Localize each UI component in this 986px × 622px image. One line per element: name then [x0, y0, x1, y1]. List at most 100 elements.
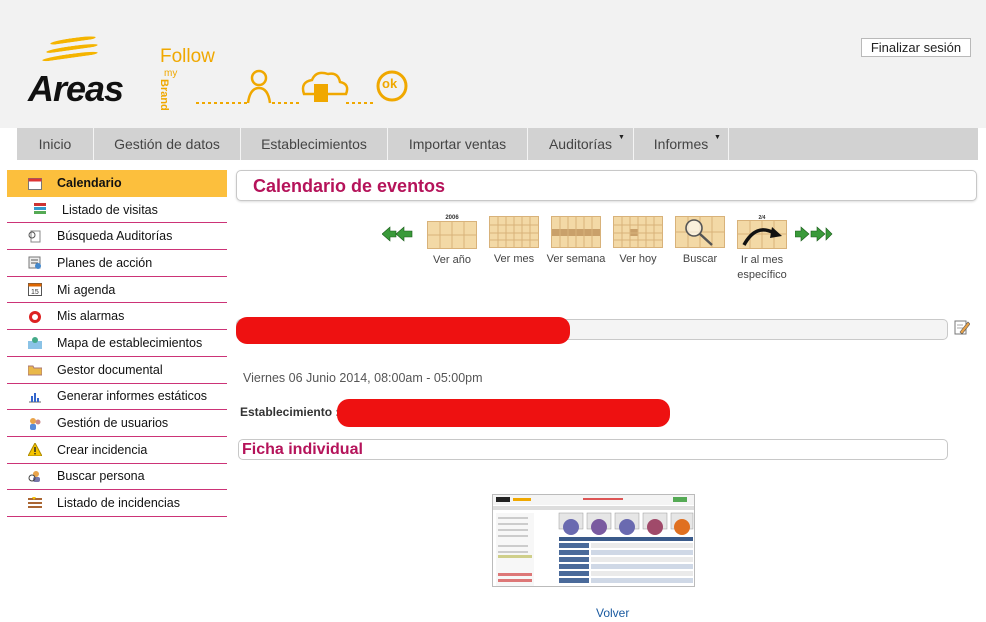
nav-label: Gestión de datos: [114, 136, 220, 152]
calendar-week-icon: [551, 216, 601, 248]
nav-label: Informes: [653, 136, 709, 152]
caret-down-icon: ▼: [714, 134, 721, 141]
ficha-section-header: Ficha individual: [238, 439, 948, 460]
sidebar-item-crear-incidencia[interactable]: Crear incidencia: [7, 437, 227, 464]
nav-item-auditorias[interactable]: Auditorías ▼: [528, 128, 634, 160]
calendar-icon: [28, 177, 42, 190]
sidebar-item-label: Mi agenda: [57, 282, 116, 297]
sidebar-item-listado-incidencias[interactable]: Listado de incidencias: [7, 490, 227, 517]
sidebar-item-label: Calendario: [57, 176, 122, 191]
nav-label: Auditorías: [548, 136, 613, 152]
sidebar-item-buscar-persona[interactable]: Buscar persona: [7, 464, 227, 491]
calendar-month-icon: [489, 216, 539, 248]
sidebar-item-gestion-usuarios[interactable]: Gestión de usuarios: [7, 410, 227, 437]
sidebar-item-mis-alarmas[interactable]: Mis alarmas: [7, 303, 227, 331]
calendar-today-icon: [613, 216, 663, 248]
logout-button[interactable]: Finalizar sesión: [861, 38, 971, 57]
view-week-label: Ver semana: [546, 253, 606, 265]
view-month-button[interactable]: Ver mes: [484, 216, 544, 265]
nav-item-gestion-datos[interactable]: Gestión de datos: [94, 128, 241, 160]
main-nav: Inicio Gestión de datos Establecimientos…: [17, 128, 978, 160]
calendar-goto-icon: [737, 220, 787, 249]
sidebar-item-label: Buscar persona: [57, 469, 145, 484]
warning-icon: [27, 442, 43, 457]
sidebar-item-label: Planes de acción: [57, 255, 153, 270]
go-to-month-label: Ir al mes: [740, 254, 784, 266]
search-button[interactable]: Buscar: [670, 216, 730, 265]
sidebar-item-label: Gestión de usuarios: [57, 416, 169, 431]
sidebar-item-label: Crear incidencia: [57, 442, 148, 457]
nav-label: Establecimientos: [261, 136, 367, 152]
logo-text: Areas: [28, 68, 124, 109]
page-title: Calendario de eventos: [253, 176, 446, 196]
sidebar-item-busqueda-auditorias[interactable]: Búsqueda Auditorías: [7, 223, 227, 251]
sidebar-item-label: Listado de incidencias: [57, 496, 180, 511]
sidebar-item-listado-visitas[interactable]: Listado de visitas: [7, 197, 227, 224]
page-title-box: Calendario de eventos: [236, 170, 977, 201]
event-date: Viernes 06 Junio 2014, 08:00am - 05:00pm: [243, 371, 483, 385]
folder-icon: [27, 363, 43, 376]
alarm-icon: [28, 310, 42, 323]
sidebar-item-mi-agenda[interactable]: 15 Mi agenda: [7, 277, 227, 304]
caret-down-icon: ▼: [618, 134, 625, 141]
prev-arrows-icon[interactable]: [381, 226, 422, 247]
view-today-button[interactable]: Ver hoy: [608, 216, 668, 265]
view-today-label: Ver hoy: [619, 253, 657, 265]
sidebar-item-generar-informes[interactable]: Generar informes estáticos: [7, 384, 227, 411]
calendar-year-icon: [427, 221, 477, 249]
view-month-label: Ver mes: [493, 253, 535, 265]
nav-label: Inicio: [38, 136, 72, 152]
map-icon: [28, 336, 42, 350]
agenda-icon: 15: [28, 283, 42, 297]
nav-item-establecimientos[interactable]: Establecimientos: [241, 128, 388, 160]
view-year-label: Ver año: [433, 254, 471, 266]
calendar-search-icon: [675, 216, 725, 248]
sidebar: Calendario Listado de visitas Búsqueda A…: [7, 170, 227, 517]
plan-icon: [28, 256, 42, 270]
my-word: my: [164, 68, 178, 79]
brand-word: Brand: [158, 79, 170, 111]
sidebar-item-label: Gestor documental: [57, 362, 163, 377]
go-to-month-label-2: específico: [737, 269, 787, 281]
redacted-event-title: [236, 317, 570, 344]
sidebar-item-calendario[interactable]: Calendario: [7, 170, 227, 197]
nav-label: Importar ventas: [408, 136, 507, 152]
nav-item-importar-ventas[interactable]: Importar ventas: [388, 128, 528, 160]
report-chart-icon: [28, 390, 42, 403]
ficha-thumbnail[interactable]: [492, 494, 695, 587]
search-doc-icon: [28, 230, 42, 243]
thumbnail-graphic: [493, 495, 694, 586]
follow-my-brand-logo: Follow my Brand ok: [158, 46, 410, 111]
users-icon: [28, 417, 42, 430]
ok-label: ok: [382, 76, 398, 91]
view-year-button[interactable]: 2006 Ver año: [422, 215, 482, 266]
sidebar-item-label: Mis alarmas: [57, 309, 125, 324]
follow-word: Follow: [160, 46, 215, 67]
header: Areas Follow my Brand ok Finalizar sesió…: [0, 0, 986, 128]
sidebar-item-label: Mapa de establecimientos: [57, 335, 203, 350]
volver-link[interactable]: Volver: [596, 606, 629, 620]
person-search-icon: [28, 470, 42, 483]
nav-item-inicio[interactable]: Inicio: [17, 128, 94, 160]
areas-logo: Areas: [26, 32, 136, 109]
edit-icon[interactable]: [954, 319, 971, 335]
next-arrows-icon[interactable]: [794, 226, 835, 247]
incident-list-icon: [28, 496, 42, 510]
go-to-month-button[interactable]: 2/4 Ir al mes específico: [732, 216, 792, 281]
sidebar-item-label: Generar informes estáticos: [57, 389, 208, 404]
establecimiento-label: Establecimiento :: [240, 405, 340, 419]
ficha-title: Ficha individual: [242, 441, 363, 458]
sidebar-item-label: Búsqueda Auditorías: [57, 229, 173, 244]
sidebar-item-label: Listado de visitas: [62, 202, 158, 217]
books-icon: [33, 203, 47, 216]
nav-item-informes[interactable]: Informes ▼: [634, 128, 729, 160]
sidebar-item-gestor-documental[interactable]: Gestor documental: [7, 357, 227, 384]
calendar-navigation: 2006 Ver año Ver mes Ver semana Ver hoy …: [380, 215, 840, 286]
svg-text:15: 15: [31, 289, 39, 296]
view-week-button[interactable]: Ver semana: [546, 216, 606, 265]
sidebar-item-planes-accion[interactable]: Planes de acción: [7, 250, 227, 277]
redacted-establecimiento: [337, 399, 670, 427]
follow-logo-graphic: [196, 69, 408, 104]
sidebar-item-mapa-establecimientos[interactable]: Mapa de establecimientos: [7, 330, 227, 357]
search-label: Buscar: [682, 253, 718, 265]
